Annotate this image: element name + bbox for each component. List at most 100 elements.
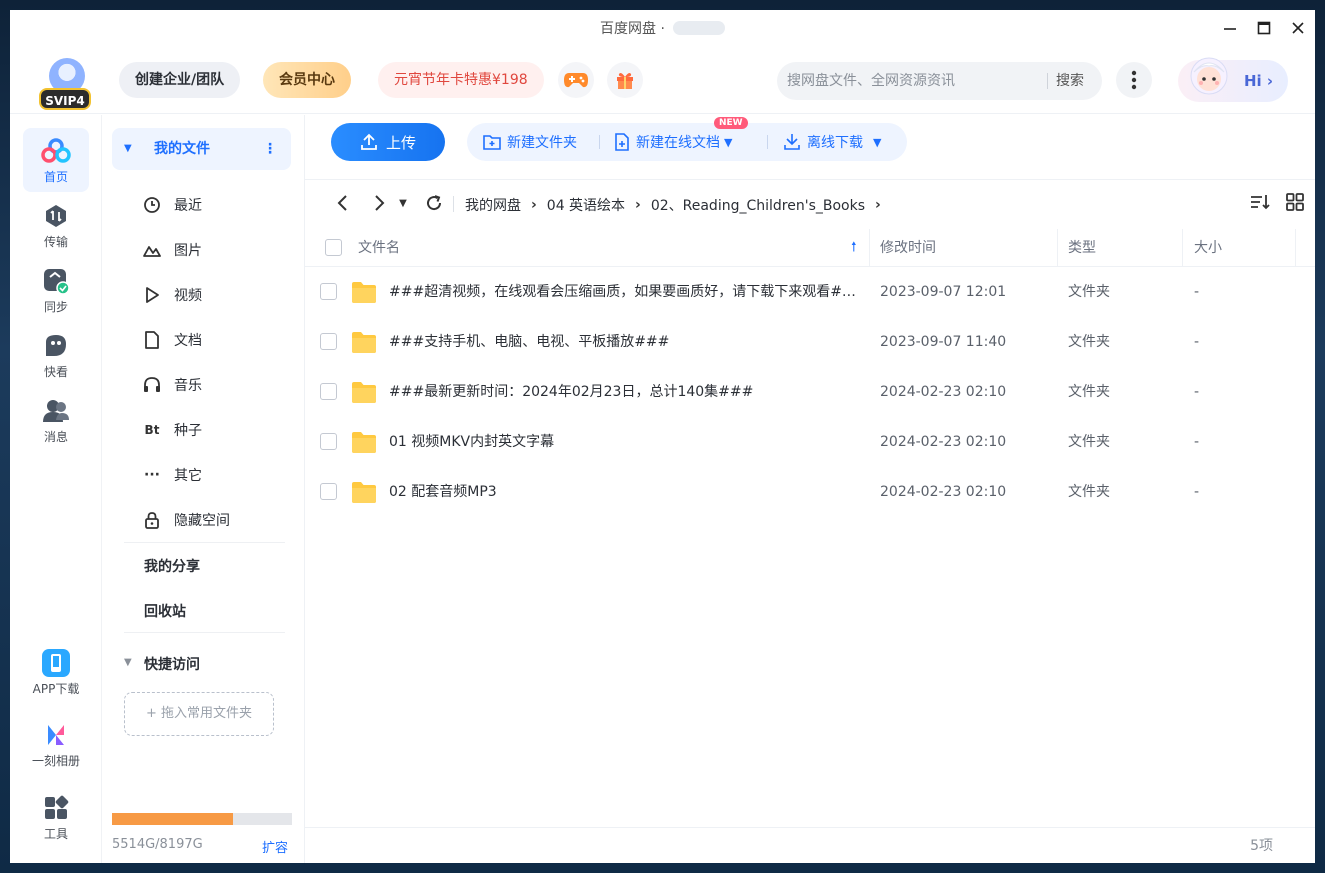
my-files-label: 我的文件 bbox=[154, 141, 210, 157]
drop-folder-zone[interactable]: + 拖入常用文件夹 bbox=[124, 692, 274, 736]
gift-button[interactable] bbox=[607, 62, 643, 98]
sidebar-divider bbox=[124, 632, 285, 633]
sidebar-item-hidden-space[interactable]: 隐藏空间 bbox=[142, 505, 230, 535]
search-input[interactable] bbox=[787, 62, 1042, 100]
new-folder-button[interactable]: 新建文件夹 bbox=[483, 123, 577, 161]
table-row[interactable]: ###支持手机、电脑、电视、平板播放### 2023-09-07 11:40 文件夹… bbox=[305, 317, 1315, 367]
back-button[interactable] bbox=[329, 190, 355, 216]
new-doc-icon bbox=[615, 133, 629, 151]
breadcrumb-item[interactable]: 04 英语绘本 bbox=[547, 195, 625, 215]
vip-center-button[interactable]: 会员中心 bbox=[263, 62, 351, 98]
rail-item-album[interactable]: 一刻相册 bbox=[23, 712, 89, 776]
sidebar-item-torrent[interactable]: Bt 种子 bbox=[142, 415, 202, 445]
column-header-mtime[interactable]: 修改时间 bbox=[880, 229, 936, 267]
file-name[interactable]: ###超清视频，在线观看会压缩画质，如果要画质好，请下载下来观看### bbox=[389, 267, 859, 317]
column-header-name[interactable]: 文件名 bbox=[358, 229, 400, 267]
rail-item-message[interactable]: 消息 bbox=[23, 388, 89, 452]
row-checkbox[interactable] bbox=[320, 333, 337, 350]
sidebar-item-docs[interactable]: 文档 bbox=[142, 325, 202, 355]
rail-item-quickview[interactable]: 快看 bbox=[23, 323, 89, 387]
sort-ascending-icon: 🠕 bbox=[851, 240, 857, 255]
new-online-doc-button[interactable]: 新建在线文档 ▼ bbox=[614, 123, 732, 161]
rail-label-transfer: 传输 bbox=[43, 235, 68, 249]
row-checkbox[interactable] bbox=[320, 433, 337, 450]
file-mtime: 2024-02-23 02:10 bbox=[880, 484, 1007, 500]
transfer-icon bbox=[46, 205, 66, 227]
sidebar-my-share[interactable]: 我的分享 bbox=[144, 556, 200, 576]
forward-button[interactable] bbox=[367, 190, 393, 216]
new-doc-dropdown-icon[interactable]: ▼ bbox=[724, 136, 732, 149]
storage-quota-bar bbox=[112, 813, 292, 825]
sort-icon bbox=[1251, 195, 1270, 210]
sort-button[interactable] bbox=[1249, 192, 1271, 216]
close-button[interactable] bbox=[1281, 10, 1315, 46]
action-toolbar: 新建文件夹 新建在线文档 ▼ NEW 离线下载 ▼ bbox=[467, 117, 907, 161]
folder-icon bbox=[352, 382, 376, 403]
sidebar-item-music[interactable]: 音乐 bbox=[142, 370, 202, 400]
file-name[interactable]: ###最新更新时间：2024年02月23日，总计140集### bbox=[389, 367, 859, 417]
quick-access-header[interactable]: 快捷访问 bbox=[144, 654, 200, 674]
rail-item-home[interactable]: 首页 bbox=[23, 128, 89, 192]
maximize-icon bbox=[1257, 21, 1271, 35]
row-checkbox[interactable] bbox=[320, 283, 337, 300]
file-size: - bbox=[1194, 284, 1200, 300]
phone-icon bbox=[42, 649, 70, 677]
my-files-header[interactable]: ▼ 我的文件 ⋮ bbox=[112, 128, 291, 170]
table-row[interactable]: ###最新更新时间：2024年02月23日，总计140集### 2024-02-2… bbox=[305, 367, 1315, 417]
my-files-more-icon[interactable]: ⋮ bbox=[263, 128, 277, 170]
rail-label-album: 一刻相册 bbox=[31, 754, 80, 768]
breadcrumb-item[interactable]: 02、Reading_Children's_Books bbox=[651, 195, 865, 215]
row-checkbox[interactable] bbox=[320, 383, 337, 400]
file-name[interactable]: 02 配套音频MP3 bbox=[389, 467, 859, 517]
rail-item-app-download[interactable]: APP下载 bbox=[23, 640, 89, 710]
rail-item-tools[interactable]: 工具 bbox=[23, 785, 89, 849]
sidebar-item-recent[interactable]: 最近 bbox=[142, 190, 202, 220]
search-button[interactable]: 搜索 bbox=[1056, 62, 1084, 100]
offline-download-dropdown-icon[interactable]: ▼ bbox=[873, 136, 881, 149]
upload-icon bbox=[361, 133, 377, 150]
select-all-checkbox[interactable] bbox=[325, 239, 342, 256]
refresh-button[interactable] bbox=[421, 190, 447, 216]
expand-storage-link[interactable]: 扩容 bbox=[262, 837, 288, 856]
user-avatar[interactable]: SVIP4 bbox=[38, 56, 96, 112]
sidebar-item-other[interactable]: ··· 其它 bbox=[142, 460, 202, 490]
search-divider bbox=[1047, 73, 1048, 89]
file-name[interactable]: ###支持手机、电脑、电视、平板播放### bbox=[389, 317, 859, 367]
table-row[interactable]: 02 配套音频MP3 2024-02-23 02:10 文件夹 - bbox=[305, 467, 1315, 517]
sidebar-recycle-bin[interactable]: 回收站 bbox=[144, 601, 186, 621]
history-dropdown-button[interactable]: ▼ bbox=[395, 190, 411, 216]
assistant-card[interactable]: Hi › bbox=[1178, 57, 1288, 102]
svip-badge: SVIP4 bbox=[39, 88, 91, 110]
maximize-button[interactable] bbox=[1247, 10, 1281, 46]
game-button[interactable] bbox=[558, 62, 594, 98]
sidebar-item-video[interactable]: 视频 bbox=[142, 280, 202, 310]
folder-icon bbox=[352, 282, 376, 303]
clock-icon bbox=[144, 197, 160, 213]
grid-view-button[interactable] bbox=[1285, 192, 1305, 216]
column-header-type[interactable]: 类型 bbox=[1068, 229, 1096, 267]
minimize-button[interactable] bbox=[1213, 10, 1247, 46]
breadcrumb-chevron-icon[interactable]: › bbox=[875, 197, 881, 213]
create-team-button[interactable]: 创建企业/团队 bbox=[119, 62, 241, 98]
column-header-size[interactable]: 大小 bbox=[1194, 229, 1222, 267]
new-folder-icon bbox=[483, 135, 501, 150]
refresh-icon bbox=[427, 195, 442, 211]
file-name[interactable]: 01 视频MKV内封英文字幕 bbox=[389, 417, 859, 467]
breadcrumb-item[interactable]: 我的网盘 bbox=[465, 195, 521, 215]
rail-item-transfer[interactable]: 传输 bbox=[23, 193, 89, 257]
table-row[interactable]: 01 视频MKV内封英文字幕 2024-02-23 02:10 文件夹 - bbox=[305, 417, 1315, 467]
upload-button[interactable]: 上传 bbox=[331, 123, 445, 161]
promo-button[interactable]: 元宵节年卡特惠¥198 bbox=[378, 62, 544, 98]
row-checkbox[interactable] bbox=[320, 483, 337, 500]
offline-download-button[interactable]: 离线下载 ▼ bbox=[783, 123, 881, 161]
sidebar-label-video: 视频 bbox=[174, 288, 202, 304]
file-type: 文件夹 bbox=[1068, 334, 1110, 350]
rail-item-sync[interactable]: 同步 bbox=[23, 258, 89, 322]
quick-access-arrow-icon[interactable]: ▼ bbox=[124, 657, 132, 668]
folder-icon bbox=[352, 432, 376, 453]
more-menu-button[interactable] bbox=[1116, 62, 1152, 98]
table-row[interactable]: ###超清视频，在线观看会压缩画质，如果要画质好，请下载下来观看### 2023-… bbox=[305, 267, 1315, 317]
sidebar-label-torrent: 种子 bbox=[174, 423, 202, 439]
sidebar-item-images[interactable]: 图片 bbox=[142, 235, 202, 265]
file-size: - bbox=[1194, 484, 1200, 500]
